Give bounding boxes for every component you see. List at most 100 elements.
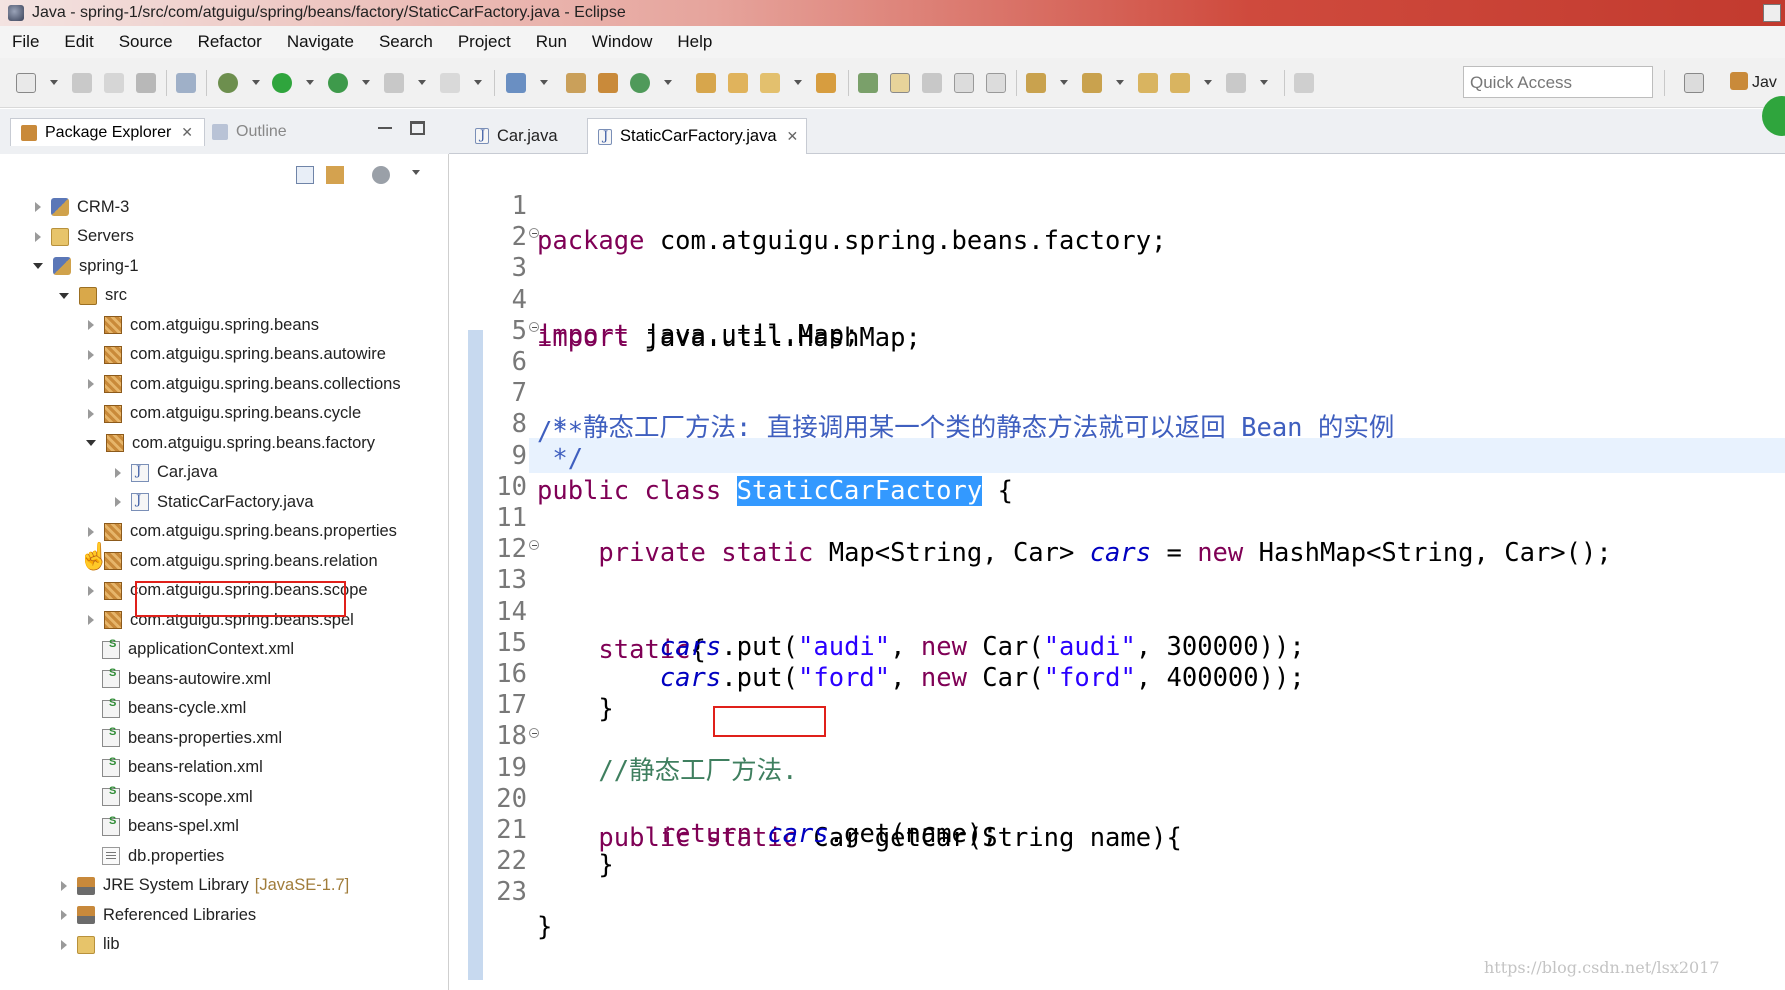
new-class-icon[interactable] <box>630 73 650 93</box>
fold-icon[interactable] <box>529 540 539 551</box>
view-menu-icon[interactable] <box>412 170 420 175</box>
next-annotation-dropdown-icon[interactable] <box>1060 80 1068 85</box>
wand-icon[interactable] <box>760 73 780 93</box>
open-task-icon[interactable] <box>696 73 716 93</box>
server-icon[interactable] <box>440 73 460 93</box>
expand-icon[interactable] <box>88 526 94 537</box>
tab-car-java[interactable]: Car.java <box>465 118 585 154</box>
tree-item-car-java[interactable]: Car.java <box>113 460 218 486</box>
menu-navigate[interactable]: Navigate <box>287 32 354 52</box>
window-control-icon[interactable] <box>1763 4 1781 22</box>
coverage-dropdown-icon[interactable] <box>362 80 370 85</box>
expand-icon[interactable] <box>35 231 41 242</box>
minimize-icon[interactable] <box>378 121 392 135</box>
collapse-icon[interactable] <box>33 263 43 269</box>
back-dropdown-icon[interactable] <box>1204 80 1212 85</box>
expand-icon[interactable] <box>61 910 67 920</box>
back-icon[interactable] <box>1170 73 1190 93</box>
save-all-icon[interactable] <box>104 73 124 93</box>
pilcrow-icon[interactable] <box>986 73 1006 93</box>
prev-annotation-icon[interactable] <box>1082 73 1102 93</box>
tab-package-explorer[interactable]: Package Explorer ✕ <box>10 118 205 146</box>
menu-edit[interactable]: Edit <box>64 32 93 52</box>
prev-annotation-dropdown-icon[interactable] <box>1116 80 1124 85</box>
tree-item-spring-1[interactable]: spring-1 <box>33 253 139 279</box>
skip-breakpoints-icon[interactable] <box>176 73 196 93</box>
tree-item-staticcarfactory-java[interactable]: StaticCarFactory.java <box>113 489 314 515</box>
open-type-dropdown-icon[interactable] <box>540 80 548 85</box>
expand-icon[interactable] <box>115 497 121 507</box>
open-type-icon[interactable] <box>506 73 526 93</box>
menu-run[interactable]: Run <box>536 32 567 52</box>
expand-icon[interactable] <box>88 408 94 419</box>
new-class-dropdown-icon[interactable] <box>664 80 672 85</box>
open-folder-icon[interactable] <box>728 73 748 93</box>
tree-item-lib[interactable]: lib <box>59 932 120 958</box>
expand-icon[interactable] <box>35 202 41 212</box>
menu-search[interactable]: Search <box>379 32 433 52</box>
last-edit-icon[interactable] <box>1138 73 1158 93</box>
toggle-block-icon[interactable] <box>922 73 942 93</box>
menu-file[interactable]: File <box>12 32 39 52</box>
tree-item-src[interactable]: src <box>59 283 127 309</box>
external-tools-icon[interactable] <box>384 73 404 93</box>
maximize-icon[interactable] <box>410 121 425 135</box>
fold-icon[interactable] <box>529 322 539 332</box>
mark-occurrences-icon[interactable] <box>890 73 910 93</box>
tree-item-package[interactable]: com.atguigu.spring.beans.collections <box>86 371 401 397</box>
annotation-icon[interactable] <box>858 73 878 93</box>
forward-icon[interactable] <box>1226 73 1246 93</box>
tree-item-xml-file[interactable]: beans-relation.xml <box>86 755 263 781</box>
collapse-all-icon[interactable] <box>296 166 314 184</box>
collapse-icon[interactable] <box>86 440 96 446</box>
new-package-icon[interactable] <box>598 73 618 93</box>
run-icon[interactable] <box>272 73 292 93</box>
tree-item-properties-file[interactable]: db.properties <box>86 843 224 869</box>
expand-icon[interactable] <box>88 379 94 389</box>
debug-icon[interactable] <box>218 73 238 93</box>
tree-item-xml-file[interactable]: beans-scope.xml <box>86 784 253 810</box>
open-perspective-icon[interactable] <box>1684 73 1704 93</box>
save-icon[interactable] <box>72 73 92 93</box>
filter-icon[interactable] <box>372 166 390 184</box>
tree-item-package[interactable]: com.atguigu.spring.beans <box>86 312 319 338</box>
code-editor[interactable]: 1 package com.atguigu.spring.beans.facto… <box>449 154 1785 990</box>
tab-staticcarfactory-java[interactable]: StaticCarFactory.java ✕ <box>587 118 807 154</box>
search-icon[interactable] <box>816 73 836 93</box>
tab-outline[interactable]: Outline <box>212 118 287 146</box>
print-icon[interactable] <box>136 73 156 93</box>
tree-item-xml-file[interactable]: beans-cycle.xml <box>86 696 246 722</box>
tree-item-package-factory[interactable]: com.atguigu.spring.beans.factory <box>86 430 375 456</box>
coverage-icon[interactable] <box>328 73 348 93</box>
java-perspective-label[interactable]: Jav <box>1752 74 1777 92</box>
tree-item-package[interactable]: com.atguigu.spring.beans.properties <box>86 519 397 545</box>
tree-item-referenced-libraries[interactable]: Referenced Libraries <box>59 902 256 928</box>
fold-icon[interactable] <box>529 727 539 738</box>
new-dropdown-icon[interactable] <box>50 80 58 85</box>
menu-project[interactable]: Project <box>458 32 511 52</box>
debug-dropdown-icon[interactable] <box>252 80 260 85</box>
tree-item-package[interactable]: com.atguigu.spring.beans.autowire <box>86 342 386 368</box>
java-perspective-icon[interactable] <box>1730 72 1748 90</box>
server-dropdown-icon[interactable] <box>474 80 482 85</box>
tree-item-crm-3[interactable]: CRM-3 <box>33 194 129 220</box>
collapse-icon[interactable] <box>59 292 69 299</box>
link-with-editor-icon[interactable] <box>326 166 344 184</box>
external-tools-dropdown-icon[interactable] <box>418 80 426 85</box>
menu-window[interactable]: Window <box>592 32 652 52</box>
fold-icon[interactable] <box>529 228 539 239</box>
menu-help[interactable]: Help <box>677 32 712 52</box>
new-icon[interactable] <box>16 73 36 93</box>
tree-item-package[interactable]: com.atguigu.spring.beans.relation <box>86 548 378 574</box>
tree-item-xml-file[interactable]: applicationContext.xml <box>86 637 294 663</box>
quick-access-input[interactable]: Quick Access <box>1463 66 1653 98</box>
tree-item-package[interactable]: com.atguigu.spring.beans.cycle <box>86 401 361 427</box>
expand-icon[interactable] <box>61 880 67 891</box>
menu-refactor[interactable]: Refactor <box>198 32 262 52</box>
expand-icon[interactable] <box>88 349 94 360</box>
pin-editor-icon[interactable] <box>1294 73 1314 93</box>
forward-dropdown-icon[interactable] <box>1260 80 1268 85</box>
expand-icon[interactable] <box>88 585 94 596</box>
next-annotation-icon[interactable] <box>1026 73 1046 93</box>
show-whitespace-icon[interactable] <box>954 73 974 93</box>
